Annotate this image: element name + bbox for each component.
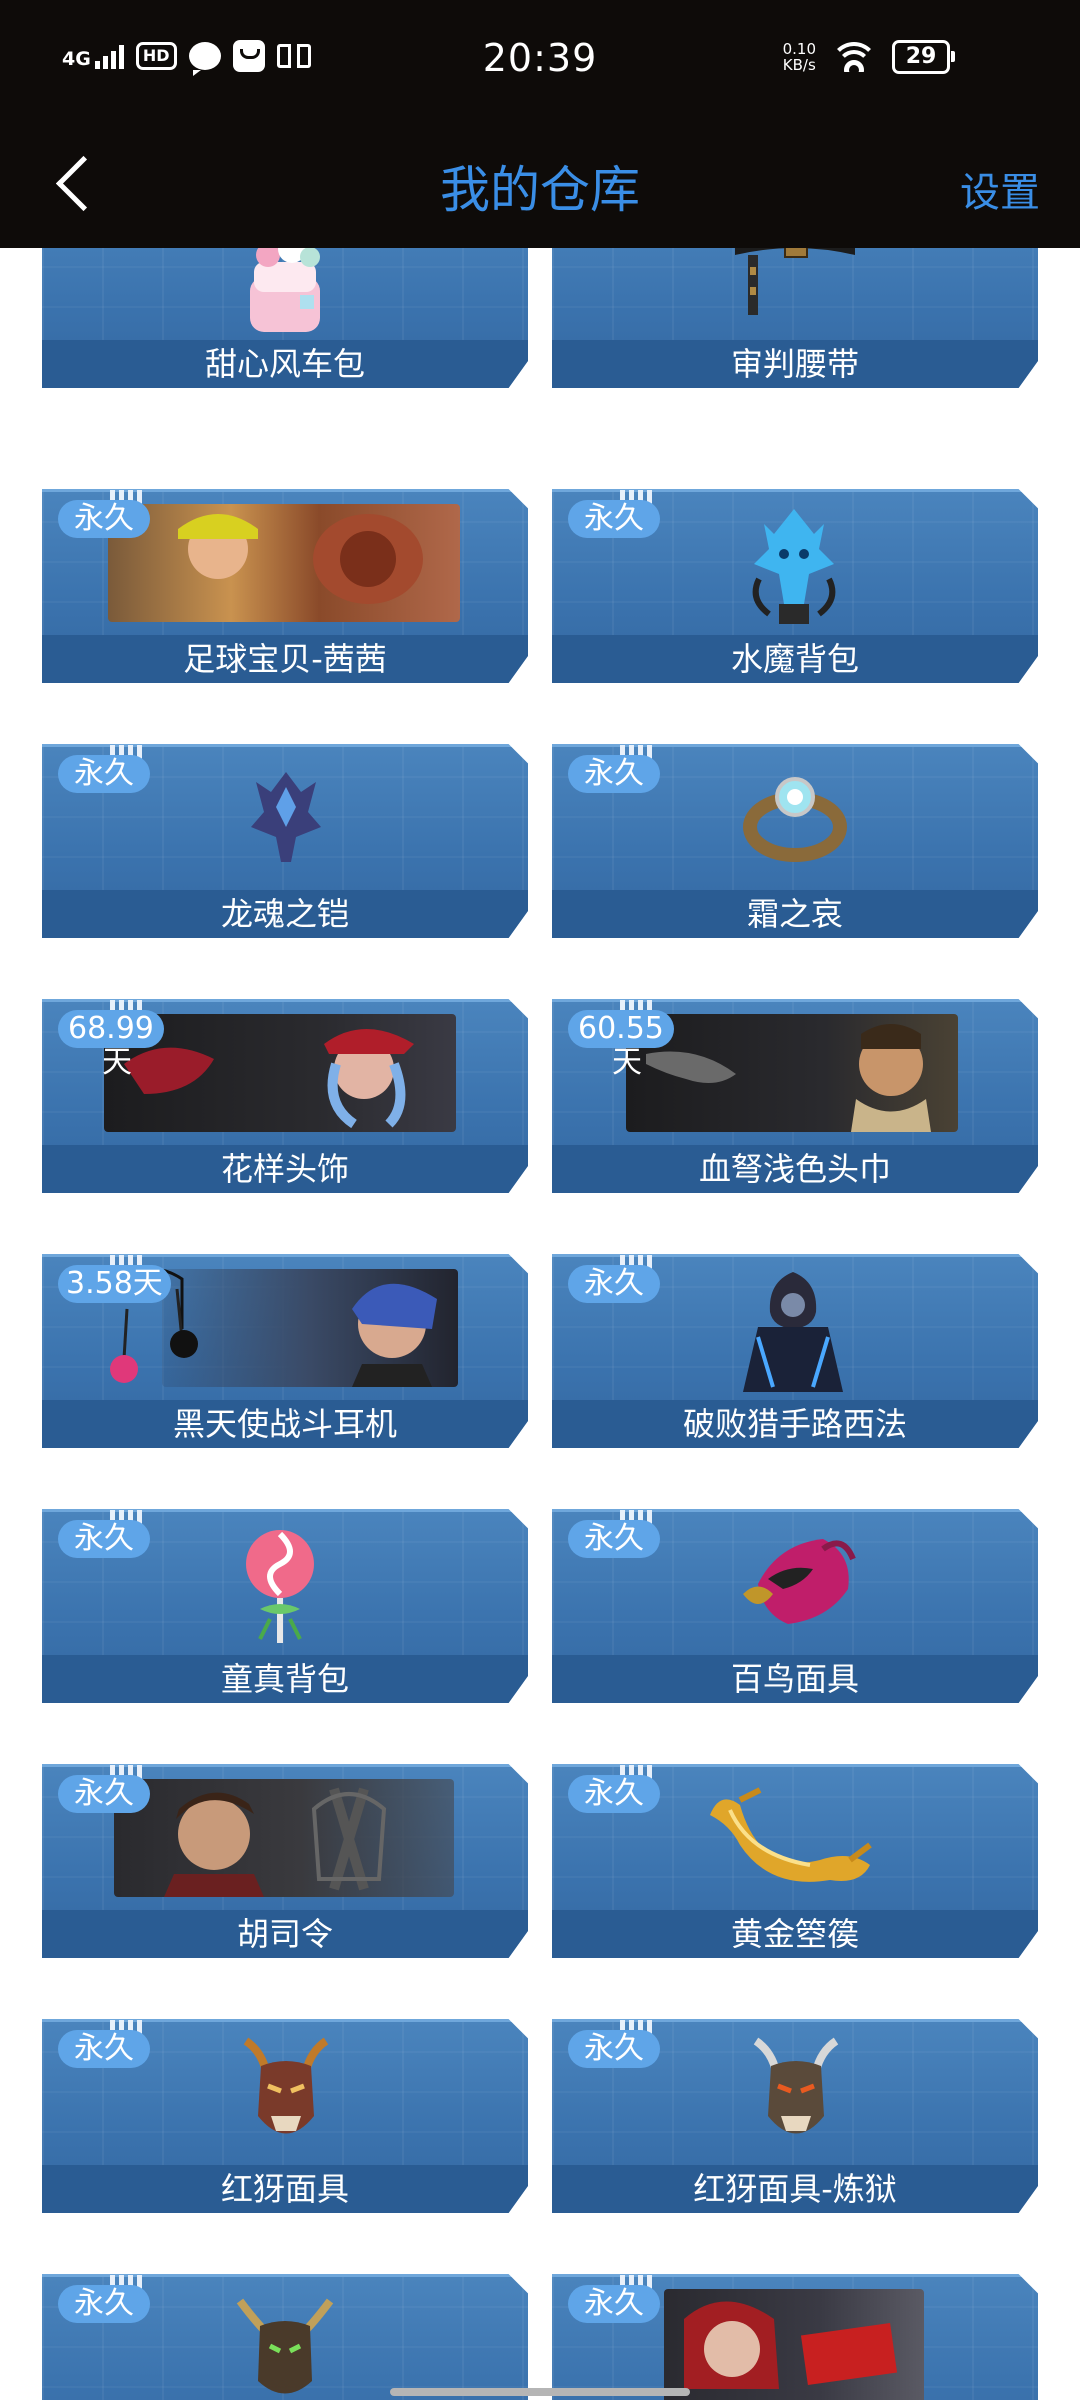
item-name: 红犽面具 xyxy=(42,2165,528,2213)
settings-button[interactable]: 设置 xyxy=(960,160,1040,218)
water-demon-backpack-icon xyxy=(752,509,836,624)
item-name: 水魔背包 xyxy=(552,635,1038,683)
item-name: 黄金箜篌 xyxy=(552,1910,1038,1958)
duration-badge: 永久 xyxy=(568,755,660,793)
item-card[interactable]: 永久 红犽面具 xyxy=(42,2019,528,2213)
duration-badge: 68.99 天 xyxy=(58,1010,164,1080)
item-name: 足球宝贝-茜茜 xyxy=(42,635,528,683)
item-card[interactable]: 永久 足球宝贝-茜茜 xyxy=(42,489,528,683)
item-name: 胡司令 xyxy=(42,1910,528,1958)
duration-badge: 永久 xyxy=(568,500,660,538)
item-card[interactable]: 永久 xyxy=(42,2274,528,2400)
warehouse-grid: 永久 甜心风车包 永久 审判腰带 永久 xyxy=(0,248,1080,2400)
item-card[interactable]: 永久 龙魂之铠 xyxy=(42,744,528,938)
duration-badge: 3.58天 xyxy=(58,1265,171,1303)
item-name: 百鸟面具 xyxy=(552,1655,1038,1703)
bandana-icon xyxy=(626,1014,958,1132)
oni-mask-icon xyxy=(243,2037,329,2134)
item-name: 花样头饰 xyxy=(42,1145,528,1193)
feather-mask-icon xyxy=(743,1539,856,1624)
status-right-icons: 0.10 KB/s 29 xyxy=(782,40,955,74)
duration-badge: 永久 xyxy=(58,2030,150,2068)
wifi-icon xyxy=(834,42,874,72)
cake-backpack-icon xyxy=(250,248,320,332)
battery-icon: 29 xyxy=(892,40,955,74)
duration-badge: 永久 xyxy=(568,1520,660,1558)
item-card[interactable]: 永久 黄金箜篌 xyxy=(552,1764,1038,1958)
duration-badge: 永久 xyxy=(568,1775,660,1813)
item-card[interactable]: 60.55 天 血弩浅色头巾 xyxy=(552,999,1038,1193)
nav-bar: 我的仓库 设置 xyxy=(0,124,1080,248)
page-title: 我的仓库 xyxy=(440,161,640,219)
item-card[interactable]: 永久 破败猎手路西法 xyxy=(552,1254,1038,1448)
dragon-armor-icon xyxy=(251,772,321,862)
belt-icon xyxy=(735,248,855,315)
commander-portrait xyxy=(114,1779,454,1897)
item-card[interactable]: 永久 胡司令 xyxy=(42,1764,528,1958)
item-name: 龙魂之铠 xyxy=(42,890,528,938)
duration-badge: 永久 xyxy=(58,1775,150,1813)
duration-badge: 永久 xyxy=(568,2285,660,2323)
item-card[interactable]: 永久 水魔背包 xyxy=(552,489,1038,683)
item-name: 血弩浅色头巾 xyxy=(552,1145,1038,1193)
golden-harp-icon xyxy=(710,1787,872,1882)
duration-badge: 永久 xyxy=(58,755,150,793)
item-name: 甜心风车包 xyxy=(42,340,528,388)
duration-badge: 永久 xyxy=(58,2285,150,2323)
home-indicator[interactable] xyxy=(390,2388,690,2396)
item-card[interactable]: 永久 甜心风车包 xyxy=(42,248,528,388)
item-card[interactable]: 永久 审判腰带 xyxy=(552,248,1038,388)
item-card[interactable]: 永久 童真背包 xyxy=(42,1509,528,1703)
item-card[interactable]: 永久 xyxy=(552,2274,1038,2400)
lollipop-backpack-icon xyxy=(246,1530,314,1643)
oni-mask-inferno-icon xyxy=(753,2037,839,2134)
item-name: 审判腰带 xyxy=(552,340,1038,388)
status-bar: 4G HD 20:39 0.10 KB/s 29 xyxy=(0,0,1080,124)
character-portrait xyxy=(108,504,460,622)
duration-badge: 永久 xyxy=(58,1520,150,1558)
item-name: 黑天使战斗耳机 xyxy=(42,1400,528,1448)
duration-badge: 永久 xyxy=(58,500,150,538)
red-hair-character-portrait xyxy=(664,2289,924,2400)
item-card[interactable]: 永久 百鸟面具 xyxy=(552,1509,1038,1703)
item-name: 破败猎手路西法 xyxy=(552,1400,1038,1448)
horned-helmet-icon xyxy=(236,2298,334,2394)
frost-ring-icon xyxy=(743,777,847,862)
item-name: 童真背包 xyxy=(42,1655,528,1703)
item-card[interactable]: 永久 霜之哀 xyxy=(552,744,1038,938)
duration-badge: 永久 xyxy=(568,2030,660,2068)
item-name: 红犽面具-炼狱 xyxy=(552,2165,1038,2213)
dark-hunter-icon xyxy=(743,1272,843,1392)
item-name: 霜之哀 xyxy=(552,890,1038,938)
duration-badge: 永久 xyxy=(568,1265,660,1303)
item-card[interactable]: 3.58天 黑天使战斗耳机 xyxy=(42,1254,528,1448)
duration-badge: 60.55 天 xyxy=(568,1010,674,1080)
network-speed: 0.10 KB/s xyxy=(782,40,816,74)
item-card[interactable]: 永久 红犽面具-炼狱 xyxy=(552,2019,1038,2213)
item-card[interactable]: 68.99 天 花样头饰 xyxy=(42,999,528,1193)
